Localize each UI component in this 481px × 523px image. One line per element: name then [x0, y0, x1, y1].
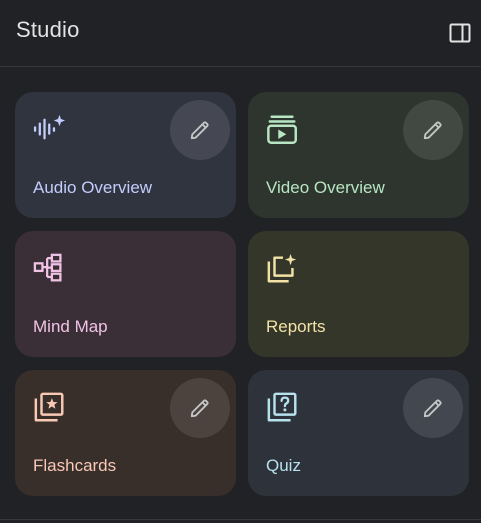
mind-map-icon — [33, 251, 67, 285]
panel-title: Studio — [16, 17, 80, 42]
pencil-icon — [423, 399, 442, 418]
flashcards-card[interactable]: Flashcards — [15, 370, 236, 496]
video-overview-card[interactable]: Video Overview — [248, 92, 469, 218]
edit-audio-overview-button[interactable] — [170, 100, 230, 160]
edit-quiz-button[interactable] — [403, 378, 463, 438]
edit-flashcards-button[interactable] — [170, 378, 230, 438]
pencil-icon — [190, 399, 209, 418]
video-stack-icon — [266, 112, 300, 146]
edit-video-overview-button[interactable] — [403, 100, 463, 160]
flashcards-star-icon — [33, 390, 67, 424]
card-label: Reports — [266, 317, 326, 336]
footer-divider — [0, 519, 481, 520]
mind-map-card[interactable]: Mind Map — [15, 231, 236, 357]
card-label: Audio Overview — [33, 178, 153, 197]
card-label: Quiz — [266, 456, 301, 475]
quiz-icon — [266, 390, 300, 424]
collapse-panel-button[interactable] — [446, 19, 474, 47]
reports-sparkle-icon — [266, 251, 300, 285]
pencil-icon — [190, 121, 209, 140]
card-label: Video Overview — [266, 178, 385, 197]
studio-tools-grid: Audio Overview Video Overview Mind Map R… — [15, 92, 469, 496]
quiz-card[interactable]: Quiz — [248, 370, 469, 496]
audio-sparkle-icon — [33, 112, 67, 146]
audio-overview-card[interactable]: Audio Overview — [15, 92, 236, 218]
pencil-icon — [423, 121, 442, 140]
sidebar-panel-icon — [449, 23, 471, 43]
card-label: Mind Map — [33, 317, 108, 336]
studio-panel: Studio Audio Overview Video Overview Min… — [0, 0, 481, 523]
reports-card[interactable]: Reports — [248, 231, 469, 357]
card-label: Flashcards — [33, 456, 117, 475]
studio-header: Studio — [0, 0, 481, 67]
